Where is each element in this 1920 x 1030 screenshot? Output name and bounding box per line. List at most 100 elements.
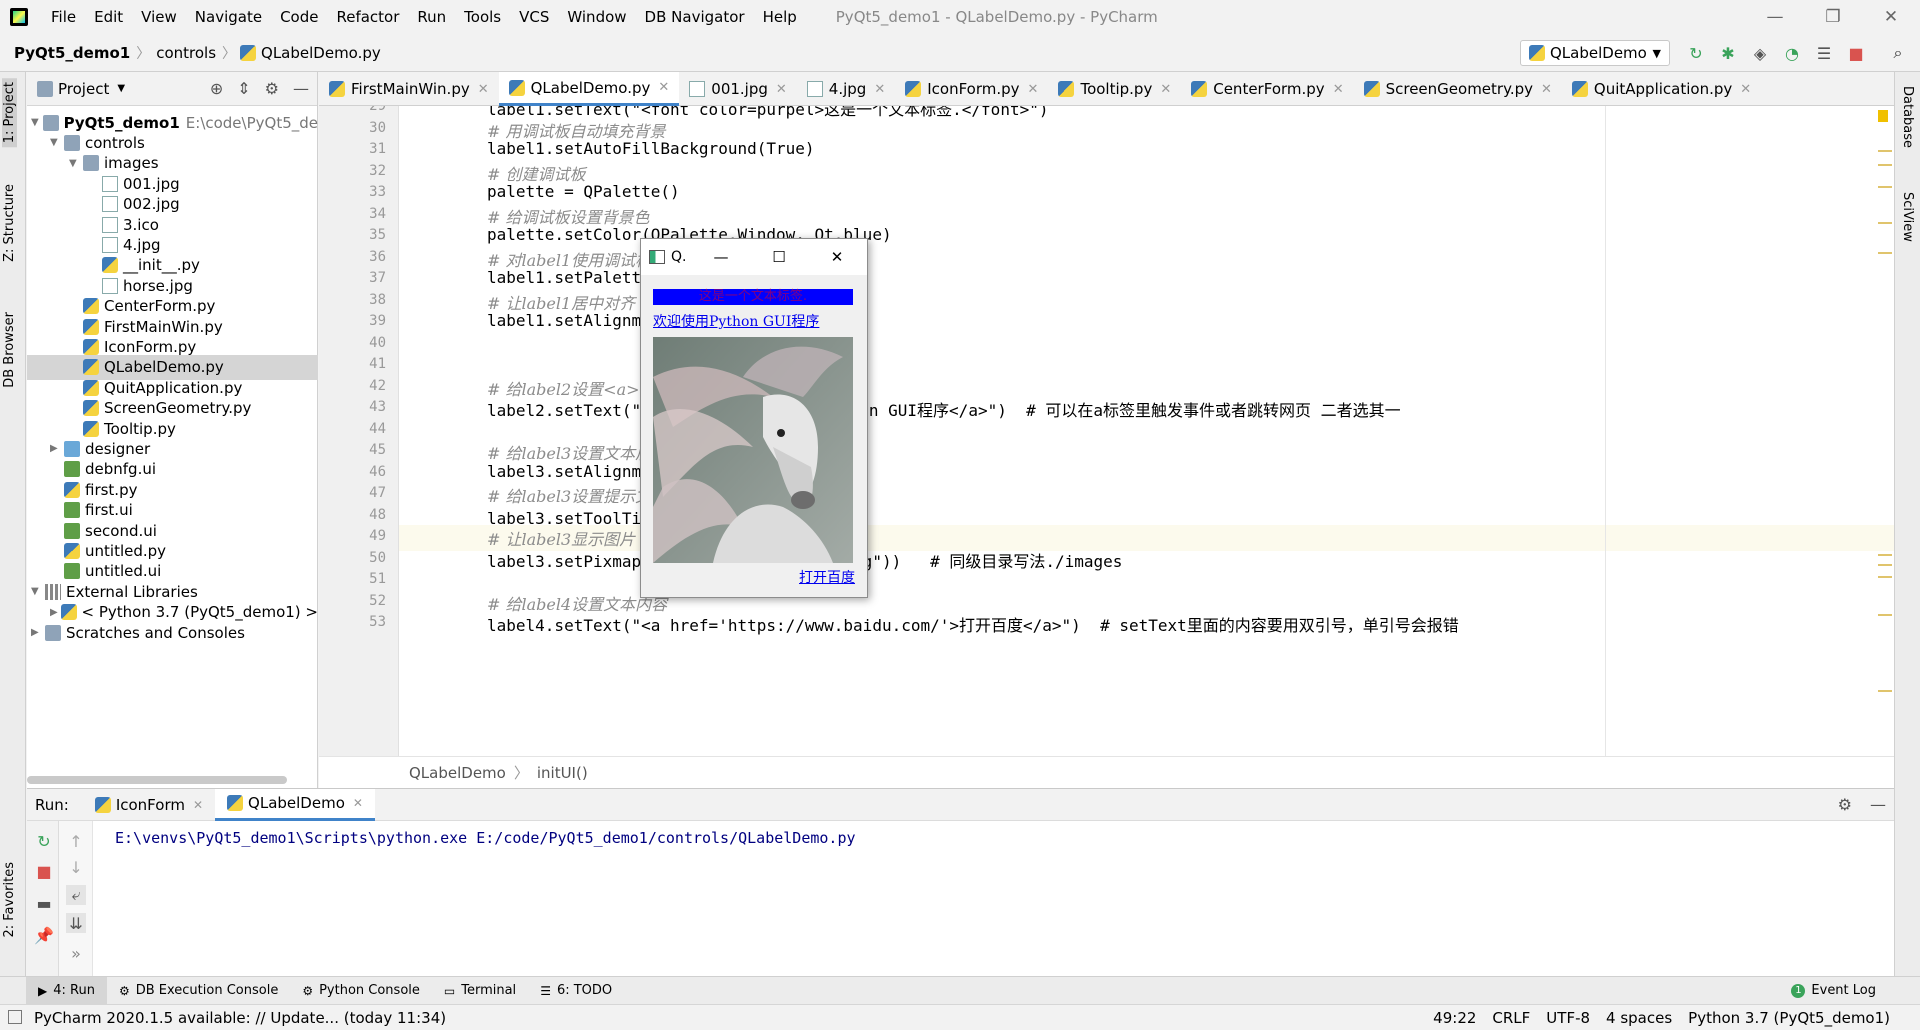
run-output[interactable]: E:\venvs\PyQt5_demo1\Scripts\python.exe …: [115, 829, 856, 847]
marker[interactable]: [1878, 564, 1892, 566]
menu-item-file[interactable]: File: [42, 0, 85, 34]
more-icon[interactable]: »: [66, 943, 86, 963]
close-tab-icon[interactable]: ✕: [1740, 82, 1751, 97]
breadcrumb-project[interactable]: PyQt5_demo1: [0, 44, 136, 62]
arrow-up-icon[interactable]: ↑: [66, 831, 86, 851]
menu-item-vcs[interactable]: VCS: [510, 0, 558, 34]
event-log-button[interactable]: 1 Event Log: [1791, 983, 1876, 998]
minimize-icon[interactable]: —: [1746, 0, 1804, 34]
hide-icon[interactable]: —: [1870, 795, 1886, 814]
menu-item-window[interactable]: Window: [558, 0, 635, 34]
tool-tab-database[interactable]: Database: [1900, 86, 1915, 148]
code-editor[interactable]: 29 30 31 32 33 34 35 36 37 38 39 40 41 42 43 44 45 46 47 48…: [319, 106, 1894, 756]
line-separator[interactable]: CRLF: [1492, 1005, 1530, 1030]
marker[interactable]: [1878, 164, 1892, 166]
arrow-down-icon[interactable]: ↓: [66, 857, 86, 877]
editor-tab[interactable]: CenterForm.py ✕: [1181, 72, 1353, 106]
menu-item-db-navigator[interactable]: DB Navigator: [636, 0, 754, 34]
tool-tab-db-browser[interactable]: DB Browser: [2, 312, 17, 388]
coverage-icon[interactable]: ◈: [1749, 42, 1771, 64]
menu-item-edit[interactable]: Edit: [85, 0, 132, 34]
chevron-down-icon[interactable]: ▼: [69, 158, 83, 169]
marker[interactable]: [1878, 554, 1892, 556]
code-line[interactable]: # 让label1居中对齐: [487, 290, 635, 314]
bottom-tab[interactable]: ☰ 6: TODO: [528, 977, 624, 1005]
code-line[interactable]: # 对label1使用调试板: [487, 247, 651, 271]
marker[interactable]: [1878, 690, 1892, 692]
bottom-tab[interactable]: ⚙ DB Execution Console: [107, 977, 290, 1005]
code-line[interactable]: # 创建调试板: [487, 161, 586, 185]
close-tab-icon[interactable]: ✕: [1333, 82, 1344, 97]
code-line[interactable]: palette = QPalette(): [487, 182, 680, 201]
marker[interactable]: [1878, 576, 1892, 578]
editor-tab[interactable]: Tooltip.py ✕: [1048, 72, 1181, 106]
gear-icon[interactable]: ⚙: [1838, 795, 1852, 814]
tool-tab-project[interactable]: 1: Project: [2, 78, 17, 148]
run-tab[interactable]: QLabelDemo ✕: [215, 788, 375, 821]
chevron-down-icon[interactable]: ▼: [117, 83, 125, 94]
chevron-down-icon[interactable]: ▼: [31, 586, 45, 597]
rerun-icon[interactable]: ↻: [34, 831, 54, 851]
layout-toggle-icon[interactable]: [8, 1010, 22, 1024]
chevron-right-icon[interactable]: ▶: [31, 627, 45, 638]
scroll-to-end-icon[interactable]: ⇊: [66, 913, 86, 933]
close-icon[interactable]: ✕: [825, 245, 849, 269]
marker[interactable]: [1878, 252, 1892, 254]
code-line[interactable]: # 用调试板自动填充背景: [487, 118, 666, 142]
bottom-tab[interactable]: ⚙ Python Console: [290, 977, 432, 1005]
code-line[interactable]: label2.setText("<a href='#'>欢迎使用Python G…: [487, 397, 1401, 421]
warning-marker[interactable]: [1878, 110, 1888, 122]
close-tab-icon[interactable]: ✕: [874, 82, 885, 97]
breadcrumb-class[interactable]: QLabelDemo: [409, 764, 506, 782]
qt-window-titlebar[interactable]: Q. — ☐ ✕: [641, 239, 867, 275]
tool-tab-structure[interactable]: Z: Structure: [2, 184, 17, 262]
close-tab-icon[interactable]: ✕: [478, 82, 489, 97]
indent-setting[interactable]: 4 spaces: [1606, 1005, 1672, 1030]
menu-item-code[interactable]: Code: [271, 0, 327, 34]
editor-tab[interactable]: ScreenGeometry.py ✕: [1354, 72, 1562, 106]
locate-icon[interactable]: ⊕: [210, 79, 223, 98]
caret-position[interactable]: 49:22: [1433, 1005, 1476, 1030]
tree-item[interactable]: ▶ Scratches and Consoles: [27, 620, 318, 645]
code-line[interactable]: label1.setAutoFillBackground(True): [487, 139, 815, 158]
horizontal-scrollbar[interactable]: [27, 776, 287, 784]
editor-tab[interactable]: QLabelDemo.py ✕: [498, 72, 680, 106]
code-line[interactable]: # 让label3显示图片: [487, 526, 635, 550]
menu-item-refactor[interactable]: Refactor: [327, 0, 408, 34]
soft-wrap-icon[interactable]: ⤶: [66, 885, 86, 905]
close-tab-icon[interactable]: ✕: [776, 82, 787, 97]
close-tab-icon[interactable]: ✕: [353, 796, 363, 810]
marker[interactable]: [1878, 186, 1892, 188]
menu-item-help[interactable]: Help: [754, 0, 806, 34]
project-panel-title[interactable]: Project: [58, 80, 109, 98]
debug-icon[interactable]: ✱: [1717, 42, 1739, 64]
interpreter[interactable]: Python 3.7 (PyQt5_demo1): [1688, 1005, 1890, 1030]
breadcrumb-file[interactable]: QLabelDemo.py: [261, 44, 387, 62]
code-line[interactable]: # 给调试板设置背景色: [487, 204, 650, 228]
status-message[interactable]: PyCharm 2020.1.5 available: // Update...…: [0, 1009, 446, 1027]
qt-link-label[interactable]: 欢迎使用Python GUI程序: [653, 311, 819, 331]
close-tab-icon[interactable]: ✕: [1160, 82, 1171, 97]
marker[interactable]: [1878, 150, 1892, 152]
editor-tab[interactable]: QuitApplication.py ✕: [1562, 72, 1761, 106]
close-icon[interactable]: ✕: [1862, 0, 1920, 34]
minimize-icon[interactable]: —: [709, 245, 733, 269]
qt-demo-window[interactable]: Q. — ☐ ✕ 这是一个文本标签. 欢迎使用Python GUI程序 打开百度: [640, 238, 868, 598]
close-tab-icon[interactable]: ✕: [1028, 82, 1039, 97]
tool-tab-sciview[interactable]: SciView: [1900, 192, 1915, 242]
profile-icon[interactable]: ◔: [1781, 42, 1803, 64]
close-tab-icon[interactable]: ✕: [1541, 82, 1552, 97]
layout-icon[interactable]: ▬: [34, 893, 54, 913]
editor-tab[interactable]: IconForm.py ✕: [895, 72, 1048, 106]
menu-item-tools[interactable]: Tools: [455, 0, 510, 34]
menu-item-run[interactable]: Run: [408, 0, 455, 34]
close-tab-icon[interactable]: ✕: [658, 80, 669, 95]
chevron-right-icon[interactable]: ▶: [50, 607, 61, 618]
concurrency-icon[interactable]: ☰: [1813, 42, 1835, 64]
stop-icon[interactable]: ■: [34, 861, 54, 881]
breadcrumb-method[interactable]: initUI(): [537, 764, 588, 782]
collapse-all-icon[interactable]: ⇕: [237, 79, 250, 98]
marker[interactable]: [1878, 614, 1892, 616]
stop-icon[interactable]: ■: [1845, 42, 1867, 64]
bottom-tab[interactable]: ▶ 4: Run: [26, 976, 107, 1005]
